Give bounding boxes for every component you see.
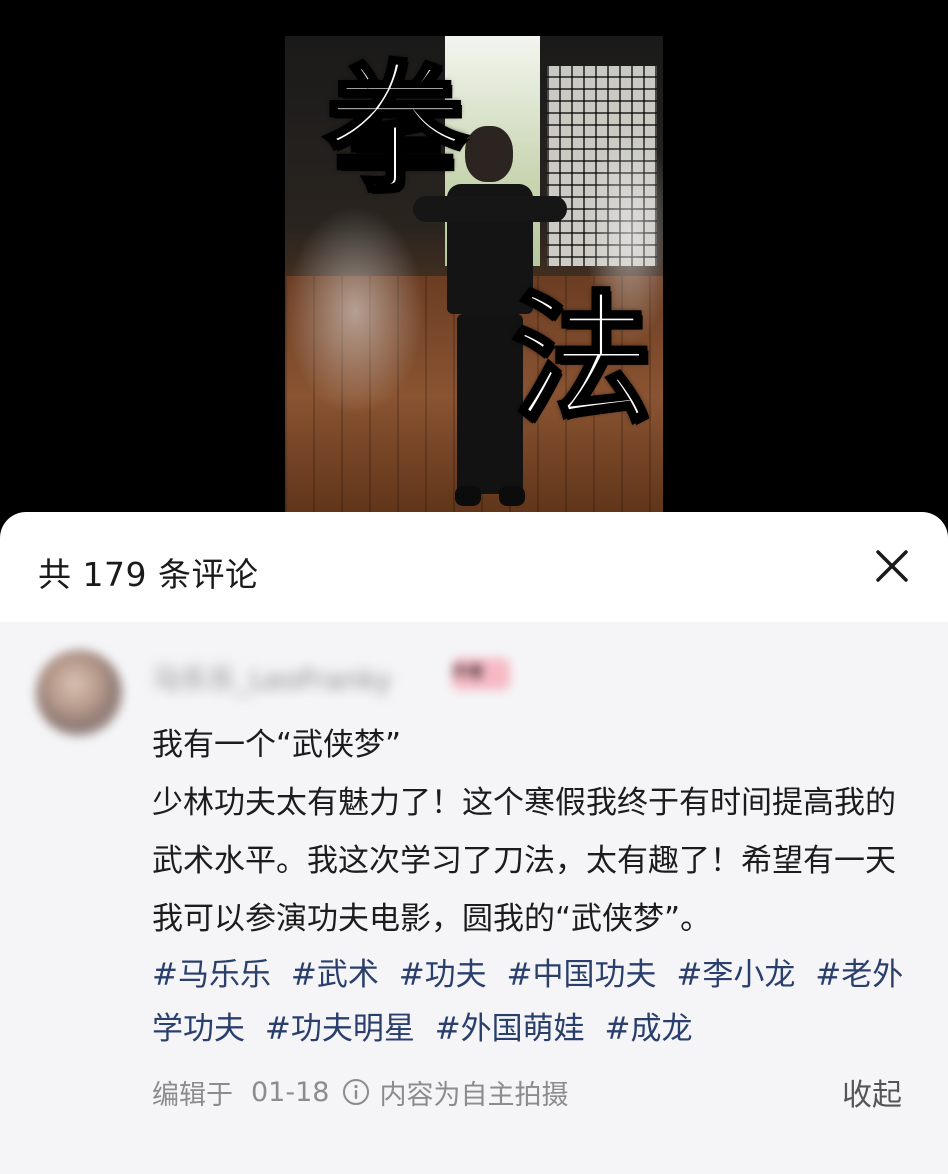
hashtag[interactable]: #成龙: [605, 1011, 693, 1047]
comment-paragraph: 少林功夫太有魅力了！这个寒假我终于有时间提高我的武术水平。我这次学习了刀法，太有…: [152, 785, 896, 937]
hashtag[interactable]: #外国萌娃: [435, 1011, 585, 1047]
overlay-title-char-2: 法: [510, 278, 654, 442]
close-button[interactable]: [868, 542, 916, 590]
comment-date: 01-18: [251, 1076, 330, 1108]
collapse-button[interactable]: 收起: [842, 1070, 902, 1114]
comment-username[interactable]: 马乐乐_LeoFranky: [152, 658, 392, 698]
comment-item: 马乐乐_LeoFranky 作者 我有一个“武侠梦” 少林功夫太有魅力了！这个寒…: [0, 622, 948, 1174]
video-player[interactable]: 拳 法: [0, 0, 948, 540]
comment-meta: 编辑于 01-18 内容为自主拍摄: [152, 1070, 568, 1114]
avatar[interactable]: [36, 650, 122, 736]
edited-label: 编辑于: [152, 1079, 233, 1111]
info-icon[interactable]: [341, 1077, 371, 1107]
self-shot-label: 内容为自主拍摄: [379, 1079, 569, 1111]
hashtag[interactable]: #李小龙: [676, 957, 795, 993]
close-icon: [876, 550, 908, 582]
hashtag[interactable]: #马乐乐: [152, 957, 271, 993]
overlay-title-char-1: 拳: [323, 48, 467, 212]
comment-sheet-header: 共 179 条评论: [0, 512, 948, 622]
author-badge: 作者: [452, 658, 510, 690]
hashtag[interactable]: #武术: [291, 957, 379, 993]
ink-smoke-left: [285, 206, 425, 416]
comment-title-line: 我有一个“武侠梦”: [152, 727, 402, 763]
comment-count: 共 179 条评论: [38, 555, 259, 594]
hashtag[interactable]: #功夫明星: [265, 1011, 415, 1047]
hashtag[interactable]: #功夫: [399, 957, 487, 993]
comment-body: 我有一个“武侠梦” 少林功夫太有魅力了！这个寒假我终于有时间提高我的武术水平。我…: [152, 716, 912, 948]
hashtag-list: #马乐乐 #武术 #功夫 #中国功夫 #李小龙 #老外学功夫 #功夫明星 #外国…: [152, 948, 922, 1056]
comment-sheet: 共 179 条评论 马乐乐_LeoFranky 作者 我有一个“武侠梦” 少林功…: [0, 512, 948, 1174]
hashtag[interactable]: #中国功夫: [507, 957, 657, 993]
